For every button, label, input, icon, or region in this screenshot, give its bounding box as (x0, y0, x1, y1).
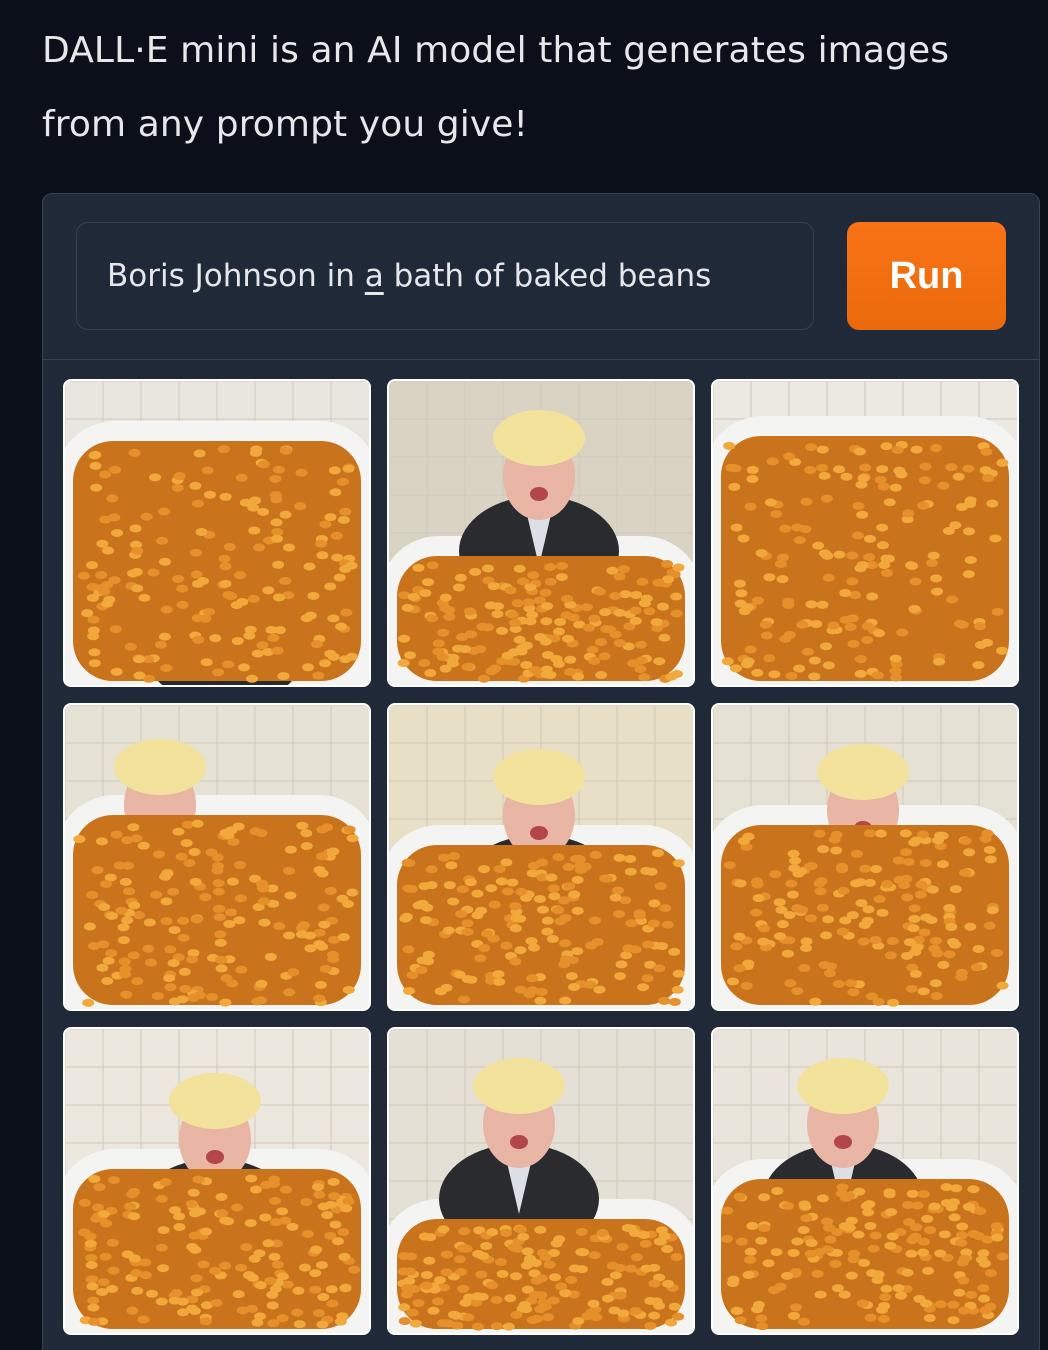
generator-panel: Boris Johnson in a bath of baked beans R… (42, 193, 1040, 1350)
image-art (713, 705, 1017, 1009)
generated-image-8[interactable] (387, 1027, 695, 1335)
prompt-text-before: Boris Johnson in (107, 258, 365, 294)
image-art (65, 381, 369, 685)
generated-image-9[interactable] (711, 1027, 1019, 1335)
generated-image-6[interactable] (711, 703, 1019, 1011)
image-art (713, 381, 1017, 685)
page: DALL·E mini is an AI model that generate… (0, 0, 1048, 1350)
image-art (65, 1029, 369, 1333)
generated-image-7[interactable] (63, 1027, 371, 1335)
generated-image-3[interactable] (711, 379, 1019, 687)
run-button[interactable]: Run (847, 222, 1006, 330)
image-art (389, 381, 693, 685)
image-gallery (63, 379, 1023, 1335)
prompt-text-after: bath of baked beans (383, 258, 712, 294)
generated-image-5[interactable] (387, 703, 695, 1011)
image-art (65, 705, 369, 1009)
generated-image-4[interactable] (63, 703, 371, 1011)
image-art (713, 1029, 1017, 1333)
input-row: Boris Johnson in a bath of baked beans R… (43, 194, 1039, 360)
intro-text: DALL·E mini is an AI model that generate… (42, 30, 950, 145)
prompt-text-cursor-word: a (364, 258, 384, 294)
image-art (389, 1029, 693, 1333)
image-art (389, 705, 693, 1009)
generated-image-1[interactable] (63, 379, 371, 687)
generated-image-2[interactable] (387, 379, 695, 687)
prompt-input[interactable]: Boris Johnson in a bath of baked beans (76, 222, 814, 330)
